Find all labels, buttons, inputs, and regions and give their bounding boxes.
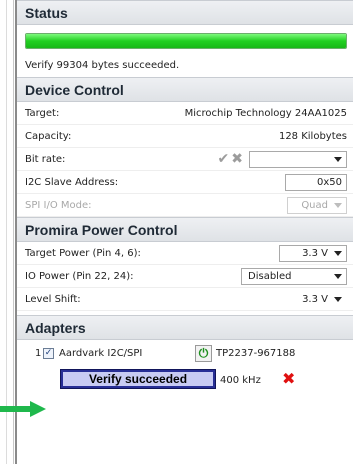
i2c-address-label: I2C Slave Address: <box>25 177 119 188</box>
power-control-header: Promira Power Control <box>17 217 353 242</box>
i2c-address-input[interactable]: 0x50 <box>285 174 347 191</box>
io-power-value: Disabled <box>248 271 292 282</box>
adapters-header: Adapters <box>17 315 353 340</box>
power-icon: ⏻ <box>198 346 209 360</box>
adapter-serial: TP2237-967188 <box>216 348 296 359</box>
window-left-edge <box>0 0 14 464</box>
level-shift-row: Level Shift: 3.3 V <box>17 288 353 311</box>
progress-fill <box>26 34 346 48</box>
adapter-speed: 400 kHz <box>220 375 261 386</box>
target-value: Microchip Technology 24AA1025 <box>184 108 347 119</box>
pointer-arrow-icon <box>0 401 46 417</box>
spi-mode-value: Quad <box>301 200 328 211</box>
power-button[interactable]: ⏻ <box>195 345 212 362</box>
target-power-select[interactable]: 3.3 V <box>279 245 347 262</box>
bitrate-label: Bit rate: <box>25 154 66 165</box>
target-power-label: Target Power (Pin 4, 6): <box>25 248 141 259</box>
device-control-header: Device Control <box>17 77 353 102</box>
target-power-row: Target Power (Pin 4, 6): 3.3 V <box>17 242 353 265</box>
chevron-down-icon <box>334 251 342 256</box>
adapter-name: Aardvark I2C/SPI <box>59 348 143 359</box>
adapter-row: 1 ✓ Aardvark I2C/SPI ⏻ TP2237-967188 <box>17 342 353 366</box>
io-power-label: IO Power (Pin 22, 24): <box>25 271 134 282</box>
spi-mode-row: SPI I/O Mode: Quad <box>17 194 353 217</box>
remove-x-icon[interactable]: ✖ <box>282 367 295 391</box>
progress-bar <box>25 33 347 49</box>
io-power-row: IO Power (Pin 22, 24): Disabled <box>17 265 353 288</box>
level-shift-label: Level Shift: <box>25 294 81 305</box>
target-row: Target: Microchip Technology 24AA1025 <box>17 102 353 125</box>
spi-mode-select[interactable]: Quad <box>287 197 347 214</box>
level-shift-select[interactable]: 3.3 V <box>285 291 347 308</box>
status-message: Verify 99304 bytes succeeded. <box>25 60 180 71</box>
capacity-label: Capacity: <box>25 131 72 142</box>
target-power-value: 3.3 V <box>302 248 328 259</box>
capacity-row: Capacity: 128 Kilobytes <box>17 125 353 148</box>
status-header: Status <box>17 0 353 25</box>
adapter-checkbox[interactable]: ✓ <box>43 348 54 359</box>
verify-status-box: Verify succeeded <box>60 369 216 389</box>
device-panel: Status Verify 99304 bytes succeeded. Dev… <box>15 0 353 464</box>
capacity-value: 128 Kilobytes <box>278 131 347 142</box>
chevron-down-icon <box>334 297 342 302</box>
level-shift-value: 3.3 V <box>302 294 328 305</box>
clear-x-icon[interactable]: ✖ <box>231 151 245 167</box>
apply-check-icon[interactable]: ✔ <box>218 151 232 167</box>
spi-mode-label: SPI I/O Mode: <box>25 200 92 211</box>
adapter-index: 1 <box>35 348 42 359</box>
target-label: Target: <box>25 108 60 119</box>
bitrate-select[interactable] <box>249 151 347 168</box>
chevron-down-icon <box>334 203 342 208</box>
i2c-address-row: I2C Slave Address: 0x50 <box>17 171 353 194</box>
bitrate-row: Bit rate: ✔✖ <box>17 148 353 171</box>
verify-status-text: Verify succeeded <box>63 372 213 386</box>
io-power-select[interactable]: Disabled <box>241 268 347 285</box>
chevron-down-icon <box>334 157 342 162</box>
adapter-status-row: Verify succeeded 400 kHz ✖ <box>17 366 353 394</box>
chevron-down-icon <box>334 274 342 279</box>
